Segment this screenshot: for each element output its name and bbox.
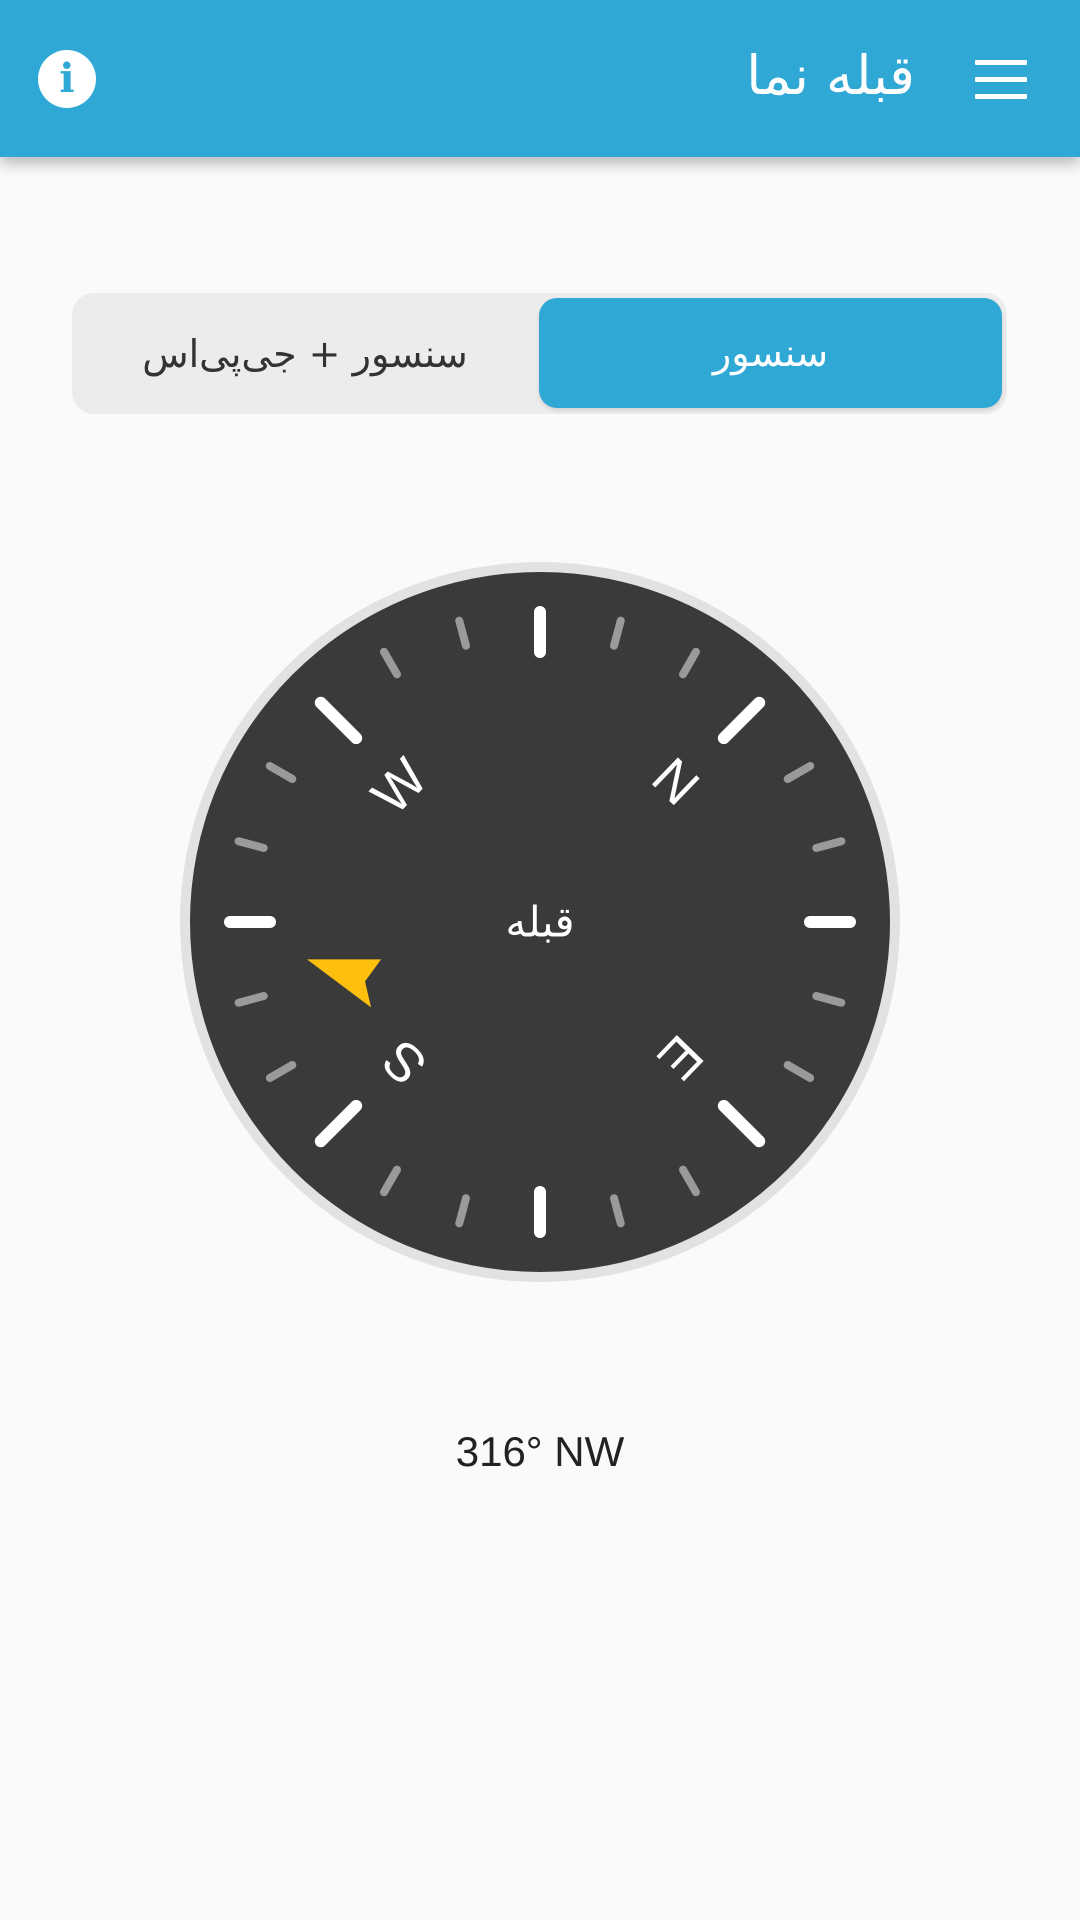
qibla-center-label: قبله	[505, 898, 574, 947]
app-title: قبله نما	[746, 44, 915, 107]
mode-option-sensor-gps[interactable]: سنسور + جی‌پی‌اس	[72, 293, 538, 414]
hamburger-menu-icon	[975, 77, 1027, 82]
compass-dial: N E S W قبله	[180, 562, 900, 1282]
app-bar: i قبله نما	[0, 0, 1080, 157]
info-button[interactable]: i	[38, 50, 96, 108]
info-icon: i	[59, 55, 75, 102]
hamburger-menu-icon	[975, 94, 1027, 99]
mode-option-sensor[interactable]: سنسور	[539, 298, 1002, 408]
menu-button[interactable]	[975, 60, 1027, 100]
heading-readout: 316° NW	[455, 1428, 625, 1475]
hamburger-menu-icon	[975, 60, 1027, 65]
mode-selector: سنسور + جی‌پی‌اس سنسور	[72, 293, 1007, 414]
